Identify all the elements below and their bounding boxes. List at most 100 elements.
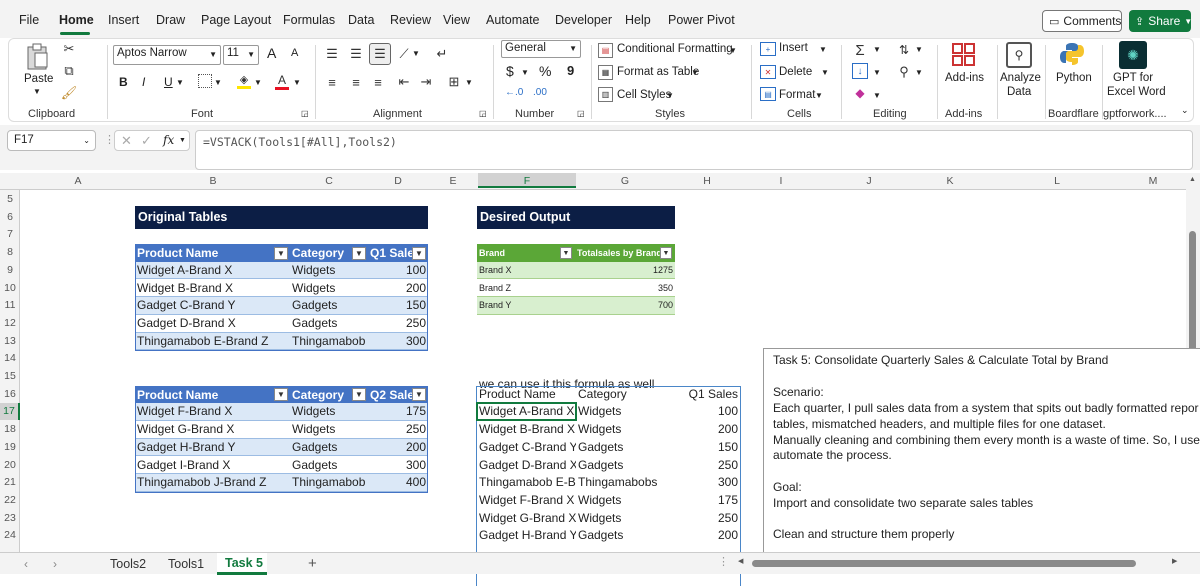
chevron-down-icon[interactable]: ▼ <box>729 46 737 55</box>
row-header[interactable]: 6 <box>0 209 20 226</box>
menu-draw[interactable]: Draw <box>156 13 185 27</box>
row-header[interactable]: 22 <box>0 492 20 509</box>
row-header[interactable]: 12 <box>0 315 20 332</box>
bold-button[interactable]: B <box>119 75 128 89</box>
italic-button[interactable]: I <box>142 75 145 89</box>
spill-cell[interactable]: 250 <box>674 457 740 474</box>
filter-dropdown-icon[interactable]: ▼ <box>560 247 572 260</box>
chevron-down-icon[interactable]: ▼ <box>293 78 301 87</box>
column-header[interactable]: C <box>290 175 368 187</box>
table-cell[interactable]: Brand Z <box>477 280 575 297</box>
row-header[interactable]: 8 <box>0 244 20 261</box>
conditional-formatting-button[interactable]: Conditional Formatting <box>617 43 733 55</box>
clear-icon[interactable]: ◆ <box>852 85 868 101</box>
table-cell[interactable]: Widgets <box>290 403 368 420</box>
menu-page-layout[interactable]: Page Layout <box>201 13 271 27</box>
decrease-indent-icon[interactable]: ⇤ <box>395 73 413 91</box>
table-cell[interactable]: 175 <box>368 403 428 420</box>
spill-cell[interactable]: 300 <box>674 474 740 491</box>
format-cells-button[interactable]: Format <box>779 89 815 101</box>
spill-cell[interactable]: Gadgets <box>576 527 674 544</box>
table-cell[interactable]: 300 <box>368 333 428 350</box>
row-header[interactable]: 15 <box>0 368 20 385</box>
chevron-down-icon[interactable]: ▼ <box>691 68 699 77</box>
chevron-down-icon[interactable]: ▼ <box>819 45 827 54</box>
analyze-data-label-2[interactable]: Data <box>1007 86 1031 98</box>
orientation-icon[interactable]: ⟋ <box>395 45 413 63</box>
chevron-down-icon[interactable]: ▼ <box>873 45 881 54</box>
table-cell[interactable]: Thingamabob <box>290 333 368 350</box>
sheet-tab-tools1[interactable]: Tools1 <box>168 557 204 571</box>
table-cell[interactable]: Thingamabob E-Brand Z <box>135 333 290 350</box>
merge-center-icon[interactable]: ⊞ <box>445 73 463 91</box>
chevron-down-icon[interactable]: ▼ <box>915 45 923 54</box>
increase-indent-icon[interactable]: ⇥ <box>417 73 435 91</box>
chevron-down-icon[interactable]: ▼ <box>33 87 41 96</box>
table-cell[interactable]: Gadget I-Brand X <box>135 457 290 474</box>
menu-review[interactable]: Review <box>390 13 431 27</box>
underline-button[interactable]: U <box>164 75 173 89</box>
scrollbar-thumb[interactable] <box>752 560 1136 567</box>
table-cell[interactable]: Gadget C-Brand Y <box>135 297 290 314</box>
align-middle-icon[interactable]: ☰ <box>347 45 365 63</box>
table-header[interactable]: Product Name <box>135 385 290 404</box>
format-painter-icon[interactable]: 🖌 <box>61 85 78 101</box>
fill-icon[interactable]: ↓ <box>852 63 868 79</box>
grow-font-button[interactable]: A <box>267 45 276 61</box>
spill-cell[interactable]: 150 <box>674 439 740 456</box>
menu-data[interactable]: Data <box>348 13 374 27</box>
table-cell[interactable]: Thingamabob J-Brand Z <box>135 474 290 491</box>
menu-power-pivot[interactable]: Power Pivot <box>668 13 735 27</box>
row-header[interactable]: 9 <box>0 262 20 279</box>
prev-sheet-icon[interactable]: ‹ <box>24 557 28 571</box>
table-cell[interactable]: 200 <box>368 280 428 297</box>
font-name-select[interactable]: Aptos Narrow ▼ <box>113 45 221 65</box>
align-top-icon[interactable]: ☰ <box>323 45 341 63</box>
table-cell[interactable]: 700 <box>575 297 675 314</box>
spill-header[interactable]: Product Name <box>477 386 576 403</box>
scroll-left-icon[interactable]: ◀ <box>738 557 743 565</box>
table-cell[interactable]: Widgets <box>290 262 368 279</box>
table-cell[interactable]: Widget A-Brand X <box>135 262 290 279</box>
fill-color-icon[interactable]: ◈ <box>237 72 251 90</box>
number-format-select[interactable]: General ▼ <box>501 40 581 58</box>
chevron-down-icon[interactable]: ▼ <box>214 78 222 87</box>
table-cell[interactable]: Gadget D-Brand X <box>135 315 290 332</box>
menu-automate[interactable]: Automate <box>486 13 540 27</box>
analyze-data-label-1[interactable]: Analyze <box>1000 72 1041 84</box>
insert-function-button[interactable]: fx <box>163 133 174 147</box>
sheet-tab-tools2[interactable]: Tools2 <box>110 557 146 571</box>
dialog-launcher-icon[interactable]: ◲ <box>479 109 487 118</box>
worksheet[interactable]: Original Tables Desired Output we can us… <box>20 190 1200 586</box>
row-header[interactable]: 17 <box>0 403 20 421</box>
row-header[interactable]: 10 <box>0 280 20 297</box>
column-header[interactable]: H <box>674 175 740 187</box>
table-cell[interactable]: Brand Y <box>477 297 575 314</box>
spill-cell[interactable]: Thingamabob E-Brand Z <box>477 474 576 491</box>
align-bottom-icon[interactable]: ☰ <box>369 43 391 65</box>
chevron-down-icon[interactable]: ▼ <box>873 68 881 77</box>
chevron-down-icon[interactable]: ▼ <box>821 68 829 77</box>
horizontal-scrollbar[interactable]: ◀ ▶ <box>738 558 1182 569</box>
row-header[interactable]: 18 <box>0 421 20 438</box>
table-cell[interactable]: 250 <box>368 421 428 438</box>
scroll-right-icon[interactable]: ▶ <box>1172 557 1177 565</box>
menu-view[interactable]: View <box>443 13 470 27</box>
spill-cell[interactable]: 200 <box>674 527 740 544</box>
chevron-down-icon[interactable]: ▼ <box>666 91 674 100</box>
row-header[interactable]: 24 <box>0 527 20 544</box>
column-header[interactable]: J <box>822 175 916 187</box>
row-header[interactable]: 21 <box>0 474 20 491</box>
spill-header[interactable]: Category <box>576 386 674 403</box>
sort-filter-icon[interactable]: ⇅ <box>895 41 913 59</box>
spill-cell[interactable]: Widget G-Brand X <box>477 510 576 527</box>
table-cell[interactable]: 400 <box>368 474 428 491</box>
row-header[interactable]: 16 <box>0 386 20 403</box>
spill-cell[interactable]: Widget A-Brand X <box>477 403 576 420</box>
comma-button[interactable]: 9 <box>567 63 574 78</box>
wrap-text-icon[interactable]: ↵ <box>433 45 451 63</box>
chevron-down-icon[interactable]: ▼ <box>465 78 473 87</box>
formula-input[interactable]: =VSTACK(Tools1[#All],Tools2) <box>195 130 1193 170</box>
row-header[interactable]: 20 <box>0 457 20 474</box>
table-cell[interactable]: Gadgets <box>290 297 368 314</box>
